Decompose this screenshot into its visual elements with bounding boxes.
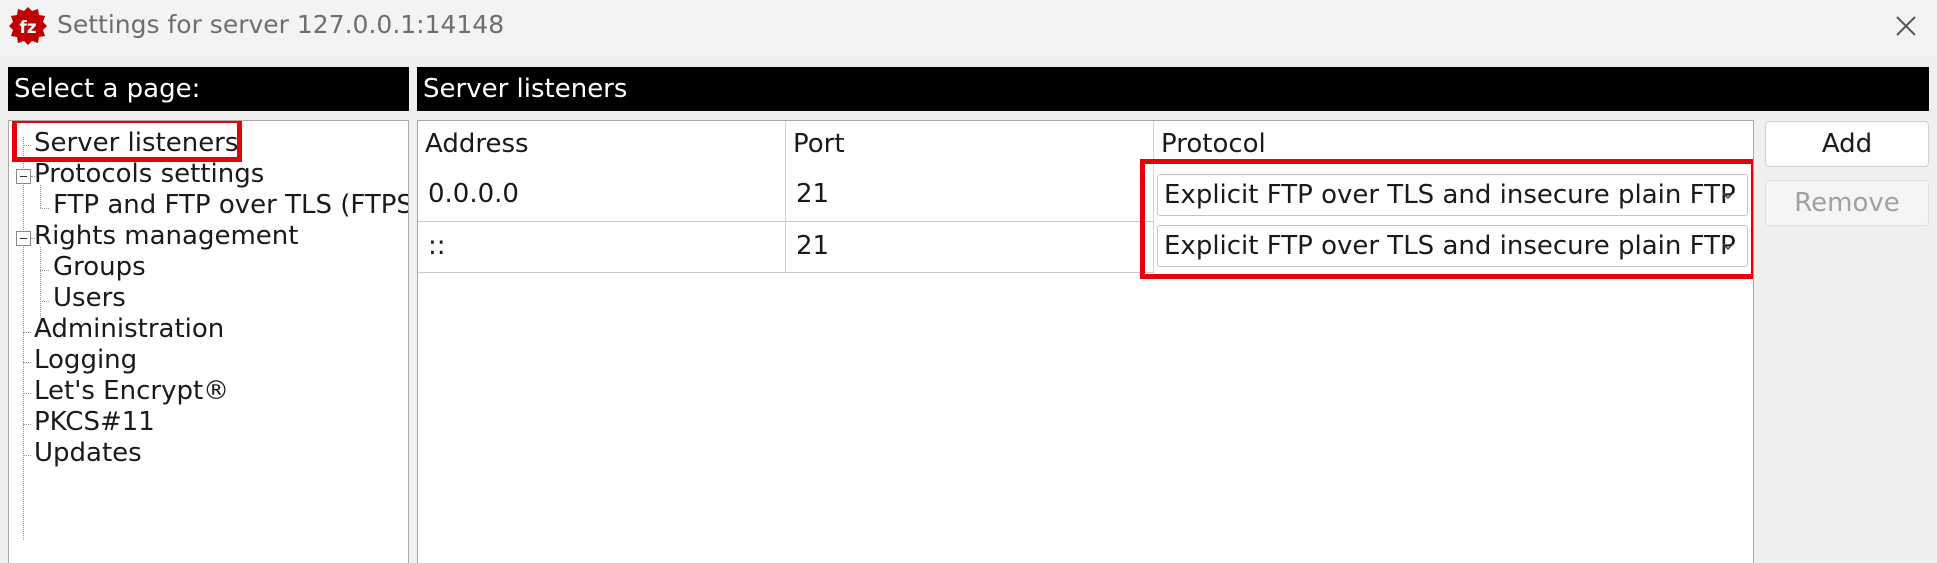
tree-connector <box>23 362 31 363</box>
listener-address[interactable]: :: <box>418 221 446 271</box>
listener-port[interactable]: 21 <box>786 169 829 219</box>
column-header-protocol[interactable]: Protocol <box>1154 121 1753 167</box>
protocol-select-value: Explicit FTP over TLS and insecure plain… <box>1164 231 1736 261</box>
tree-root-line <box>23 137 24 540</box>
listeners-table: Address Port Protocol 0.0.0.0 21 Explici… <box>417 120 1754 563</box>
column-header-address[interactable]: Address <box>418 121 786 167</box>
page-title: Server listeners <box>417 67 1929 111</box>
listener-address[interactable]: 0.0.0.0 <box>418 169 519 219</box>
column-divider <box>1153 121 1154 272</box>
protocols-settings-collapse-toggle[interactable] <box>16 169 31 184</box>
svg-text:fz: fz <box>19 18 36 38</box>
column-header-port[interactable]: Port <box>786 121 1154 167</box>
rights-management-collapse-toggle[interactable] <box>16 231 31 246</box>
protocol-select[interactable]: Explicit FTP over TLS and insecure plain… <box>1157 174 1748 216</box>
window-title: Settings for server 127.0.0.1:14148 <box>57 10 505 39</box>
listener-port[interactable]: 21 <box>786 221 829 271</box>
tree-connector <box>40 301 49 302</box>
tree-connector <box>23 332 31 333</box>
add-listener-button[interactable]: Add <box>1765 121 1929 167</box>
title-bar: fz Settings for server 127.0.0.1:14148 <box>0 0 1937 56</box>
close-icon <box>1896 16 1916 36</box>
tree-connector <box>40 208 49 209</box>
chevron-down-icon <box>1722 243 1734 251</box>
row-divider <box>418 272 1154 273</box>
remove-listener-button[interactable]: Remove <box>1765 180 1929 226</box>
protocol-select-value: Explicit FTP over TLS and insecure plain… <box>1164 180 1736 210</box>
page-selector-header: Select a page: <box>8 67 409 111</box>
tree-connector <box>40 270 49 271</box>
tree-item-updates[interactable]: Updates <box>34 435 142 471</box>
filezilla-server-icon: fz <box>9 7 47 45</box>
page-tree: Server listeners Protocols settings FTP … <box>8 120 409 563</box>
chevron-down-icon <box>1722 192 1734 200</box>
protocol-select[interactable]: Explicit FTP over TLS and insecure plain… <box>1157 225 1748 267</box>
tree-connector <box>23 393 31 394</box>
tree-connector <box>23 424 31 425</box>
close-button[interactable] <box>1885 6 1927 46</box>
tree-connector <box>23 145 31 146</box>
tree-connector <box>23 455 31 456</box>
